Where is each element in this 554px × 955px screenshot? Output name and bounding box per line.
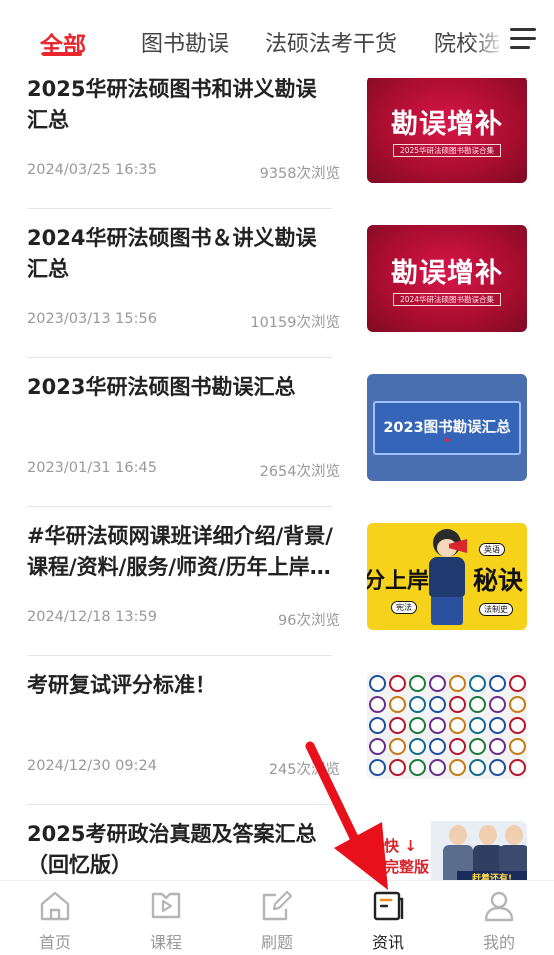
article-item[interactable]: 2025考研政治真题及答案汇总（回忆版） 最快 ↓ 题完整版 赶着还有! xyxy=(0,805,554,880)
article-item[interactable]: 2025华研法硕图书和讲义勘误汇总 2024/03/25 16:35 9358次… xyxy=(0,60,554,209)
university-seal xyxy=(429,675,446,692)
nav-profile[interactable]: 我的 xyxy=(444,881,554,955)
article-date: 2023/01/31 16:45 xyxy=(27,460,157,476)
article-thumbnail: 2023图书勘误汇总 xyxy=(367,374,527,481)
hamburger-menu-icon[interactable] xyxy=(510,28,536,50)
nav-label: 我的 xyxy=(482,933,515,952)
profile-icon xyxy=(484,891,514,922)
university-seal xyxy=(369,717,386,734)
article-item[interactable]: #华研法硕网课班详细介绍/背景/课程/资料/服务/师资/历年上岸率！ 2024/… xyxy=(0,507,554,656)
university-seal xyxy=(409,717,426,734)
thumbnail-tag: 英语 xyxy=(479,543,505,556)
nav-label: 资讯 xyxy=(371,933,404,952)
university-seal xyxy=(389,717,406,734)
university-seal xyxy=(469,738,486,755)
course-play-icon xyxy=(151,892,181,919)
article-title: 2023华研法硕图书勘误汇总 xyxy=(27,375,296,399)
university-seal xyxy=(489,675,506,692)
nav-label: 课程 xyxy=(149,933,182,952)
annotation-arrow-icon xyxy=(305,741,388,890)
university-seal xyxy=(509,759,526,776)
university-seal xyxy=(449,717,466,734)
thumbnail-panel: 2023图书勘误汇总 xyxy=(373,401,521,455)
nav-course[interactable]: 课程 xyxy=(111,881,221,955)
university-seal xyxy=(489,738,506,755)
article-item[interactable]: 2024华研法硕图书＆讲义勘误汇总 2023/03/13 15:56 10159… xyxy=(0,209,554,358)
tab-law-exam-tips[interactable]: 法硕法考干货 xyxy=(265,26,397,58)
article-views: 9358次浏览 xyxy=(259,166,340,182)
cartoon-person-illustration xyxy=(423,529,469,627)
university-seal xyxy=(489,696,506,713)
university-seal xyxy=(449,675,466,692)
article-title: 2025考研政治真题及答案汇总（回忆版） xyxy=(27,822,317,877)
thumbnail-headline: 2023图书勘误汇总 xyxy=(383,420,511,436)
university-seal xyxy=(469,717,486,734)
university-seal xyxy=(409,696,426,713)
article-list: 2025华研法硕图书和讲义勘误汇总 2024/03/25 16:35 9358次… xyxy=(0,60,554,880)
university-seal xyxy=(489,717,506,734)
category-tab-bar: 全部 图书勘误 法硕法考干货 院校选 xyxy=(0,0,554,78)
university-seal xyxy=(429,738,446,755)
nav-label: 刷题 xyxy=(260,933,293,952)
article-date: 2024/03/25 16:35 xyxy=(27,162,157,178)
article-thumbnail: 勘误增补 2024华研法硕图书勘误合集 xyxy=(367,225,527,332)
article-date: 2024/12/18 13:59 xyxy=(27,609,157,625)
home-icon xyxy=(40,891,70,921)
article-title: #华研法硕网课班详细介绍/背景/课程/资料/服务/师资/历年上岸率！ xyxy=(27,524,333,579)
university-seal xyxy=(489,759,506,776)
university-seal xyxy=(469,759,486,776)
university-seal xyxy=(449,696,466,713)
article-title: 2025华研法硕图书和讲义勘误汇总 xyxy=(27,77,317,132)
thumbnail-text-right: 秘诀 xyxy=(472,566,523,595)
university-seal xyxy=(389,696,406,713)
thumbnail-subtitle: 2025华研法硕图书勘误合集 xyxy=(393,144,501,157)
thumbnail-tag: 宪法 xyxy=(391,601,417,614)
article-thumbnail: 勘误增补 2025华研法硕图书勘误合集 xyxy=(367,76,527,183)
thumbnail-subtitle: 2024华研法硕图书勘误合集 xyxy=(393,293,501,306)
university-seal xyxy=(509,717,526,734)
thumbnail-tag: 法制史 xyxy=(479,603,513,616)
university-seal xyxy=(449,759,466,776)
article-date: 2023/03/13 15:56 xyxy=(27,311,157,327)
university-seal xyxy=(429,759,446,776)
university-seal xyxy=(389,675,406,692)
university-seal xyxy=(469,696,486,713)
university-seal xyxy=(369,675,386,692)
thumbnail-text-left: 分上岸 xyxy=(367,569,430,594)
bottom-navigation: 首页 课程 刷题 资讯 我的 xyxy=(0,880,554,955)
article-views: 10159次浏览 xyxy=(250,315,340,331)
nav-label: 首页 xyxy=(38,933,71,952)
university-seal xyxy=(469,675,486,692)
tab-overflow-fade xyxy=(470,18,506,64)
article-item[interactable]: 2023华研法硕图书勘误汇总 2023/01/31 16:45 2654次浏览 … xyxy=(0,358,554,507)
article-thumbnail: 分上岸 秘诀 英语 宪法 法制史 xyxy=(367,523,527,630)
tab-book-errata[interactable]: 图书勘误 xyxy=(141,26,229,58)
university-seal xyxy=(409,675,426,692)
thumbnail-dot xyxy=(445,438,449,442)
active-tab-indicator xyxy=(42,52,82,56)
university-seal xyxy=(369,696,386,713)
university-seal xyxy=(449,738,466,755)
thumbnail-banner: 赶着还有! xyxy=(457,871,527,880)
article-title: 考研复试评分标准！ xyxy=(27,673,216,697)
university-seal xyxy=(509,675,526,692)
article-views: 96次浏览 xyxy=(278,613,340,629)
thumbnail-headline: 勘误增补 xyxy=(391,109,503,140)
article-views: 2654次浏览 xyxy=(259,464,340,480)
thumbnail-headline: 勘误增补 xyxy=(391,258,503,289)
university-seal xyxy=(509,696,526,713)
nav-home[interactable]: 首页 xyxy=(0,881,110,955)
edit-note-icon xyxy=(262,890,293,921)
university-seal xyxy=(509,738,526,755)
article-item[interactable]: 考研复试评分标准！ 2024/12/30 09:24 245次浏览 xyxy=(0,656,554,805)
article-date: 2024/12/30 09:24 xyxy=(27,758,157,774)
article-title: 2024华研法硕图书＆讲义勘误汇总 xyxy=(27,226,317,281)
university-seal xyxy=(429,696,446,713)
university-seal xyxy=(429,717,446,734)
